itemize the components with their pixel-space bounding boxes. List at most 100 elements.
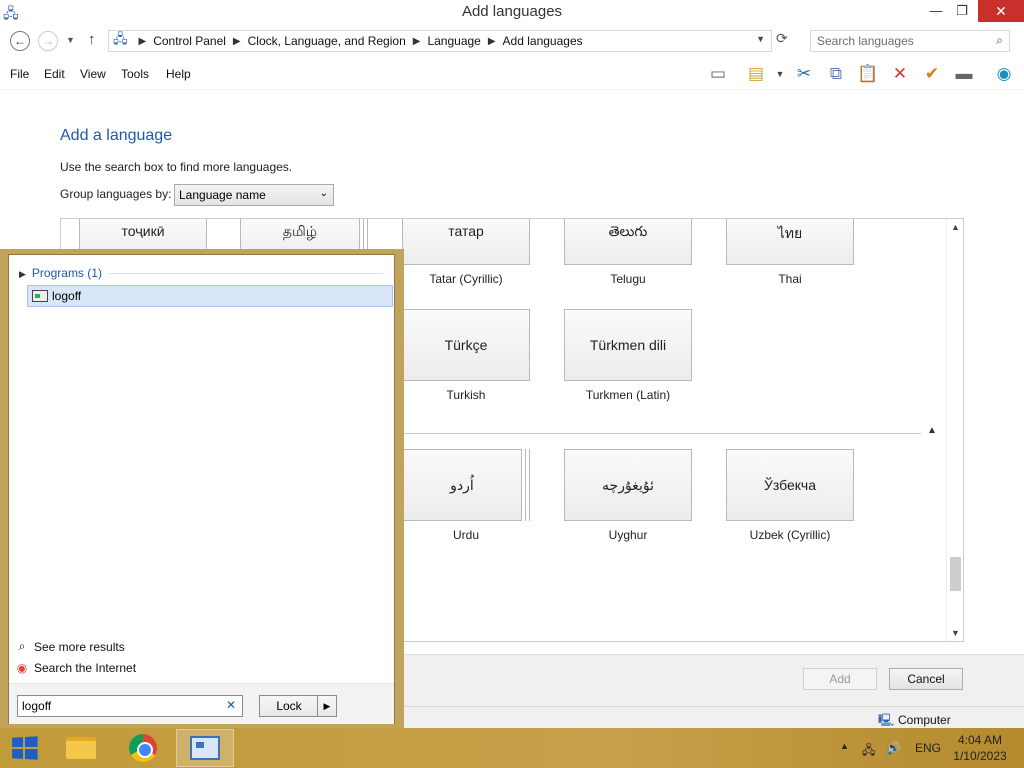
language-tile-urdu[interactable]: اُردو [402, 449, 522, 521]
search-result-label: logoff [52, 289, 82, 303]
scroll-up-icon[interactable]: ▲ [947, 222, 963, 232]
windows-logo-icon [12, 736, 38, 760]
instruction-text: Use the search box to find more language… [60, 160, 293, 174]
paste-icon[interactable]: 📋 [856, 63, 880, 85]
cut-icon[interactable]: ✂ [792, 63, 816, 85]
forward-button[interactable]: → [38, 31, 58, 51]
minimize-button[interactable]: — [923, 0, 949, 22]
search-result-logoff[interactable]: logoff [27, 285, 393, 307]
breadcrumb-add-languages[interactable]: Add languages [503, 34, 583, 48]
see-more-results-link[interactable]: ⌕ See more results [15, 639, 125, 654]
clear-search-icon[interactable]: ✕ [226, 698, 236, 712]
taskbar-control-panel[interactable] [176, 729, 234, 767]
start-search-flyout: ▶ Programs (1) logoff ⌕ See more results … [0, 249, 404, 728]
language-tile-thai[interactable]: ไทย [726, 219, 854, 265]
search-input[interactable]: Search languages ⌕ [810, 30, 1010, 52]
breadcrumb-separator-icon[interactable]: ▶ [413, 36, 421, 47]
group-by-label: Group languages by: [60, 187, 172, 201]
back-button[interactable]: ← [10, 31, 30, 51]
cancel-button[interactable]: Cancel [889, 668, 963, 690]
taskbar-clock[interactable]: 4:04 AM 1/10/2023 [946, 732, 1014, 764]
layout-pane-icon[interactable]: ▭ [706, 63, 730, 85]
language-name: Uyghur [608, 528, 648, 542]
see-more-label: See more results [34, 639, 125, 654]
breadcrumb-separator-icon[interactable]: ▶ [139, 36, 147, 47]
chevron-down-icon[interactable]: ▼ [768, 63, 792, 85]
tile-native-name: Ўзбекча [763, 477, 816, 493]
language-tile-uzbek[interactable]: Ўзбекча [726, 449, 854, 521]
input-language-indicator[interactable]: ENG [915, 741, 941, 755]
search-placeholder: Search languages [817, 34, 914, 48]
language-name: Urdu [452, 528, 479, 542]
restore-button[interactable]: ❐ [949, 0, 975, 22]
delete-icon[interactable]: ✕ [888, 63, 912, 85]
tile-native-name: Türkmen dili [589, 337, 667, 353]
group-by-select[interactable]: Language name ⌄ [174, 184, 334, 206]
programs-group-header[interactable]: ▶ Programs (1) [19, 266, 102, 280]
breadcrumb-separator-icon[interactable]: ▶ [488, 36, 496, 47]
group-divider [109, 273, 383, 274]
menu-bar: File Edit View Tools Help ▭ ▤ ▼ ✂ ⧉ 📋 ✕ … [0, 58, 1024, 90]
control-panel-icon: 🖧 [113, 31, 128, 46]
language-tile-telugu[interactable]: తెలుగు [564, 219, 692, 265]
page-title: Add a language [60, 127, 173, 144]
recent-locations-dropdown[interactable]: ▼ [66, 35, 75, 45]
scroll-down-icon[interactable]: ▼ [947, 628, 963, 638]
chrome-icon: ◉ [16, 661, 28, 675]
search-internet-label: Search the Internet [34, 661, 137, 675]
program-icon [32, 290, 48, 302]
status-computer-label: Computer [898, 713, 951, 727]
vertical-scrollbar[interactable]: ▲ ▼ [946, 219, 963, 641]
close-button[interactable]: ✕ [978, 0, 1024, 22]
tile-native-name: తెలుగు [608, 223, 648, 239]
language-tile-tatar[interactable]: татар [402, 219, 530, 265]
start-button[interactable] [0, 728, 48, 768]
copy-icon[interactable]: ⧉ [824, 63, 848, 85]
language-tile-turkish[interactable]: Türkçe [402, 309, 530, 381]
breadcrumb-language[interactable]: Language [427, 34, 480, 48]
breadcrumb-clock-language-region[interactable]: Clock, Language, and Region [248, 34, 406, 48]
taskbar-chrome[interactable] [114, 729, 172, 767]
taskbar-file-explorer[interactable] [52, 729, 110, 767]
up-button[interactable]: ↑ [88, 31, 96, 48]
taskbar: ▲ 🖧 🔊 ENG 4:04 AM 1/10/2023 [0, 728, 1024, 768]
chrome-icon [129, 734, 157, 762]
show-hidden-icons-icon[interactable]: ▲ [840, 741, 849, 751]
refresh-icon[interactable]: ⟳ [776, 30, 788, 47]
menu-file[interactable]: File [10, 67, 29, 81]
menu-edit[interactable]: Edit [44, 67, 65, 81]
network-icon[interactable]: 🖧 [862, 741, 875, 762]
breadcrumb-separator-icon[interactable]: ▶ [233, 36, 241, 47]
menu-tools[interactable]: Tools [121, 67, 149, 81]
language-tile-turkmen[interactable]: Türkmen dili [564, 309, 692, 381]
tile-native-name: Türkçe [444, 337, 488, 353]
scrollbar-thumb[interactable] [950, 557, 961, 591]
power-options-arrow-icon[interactable]: ▶ [317, 696, 336, 716]
add-button[interactable]: Add [803, 668, 877, 690]
search-internet-link[interactable]: ◉ Search the Internet [15, 661, 136, 675]
globe-icon[interactable]: ◉ [992, 63, 1016, 85]
volume-icon[interactable]: 🔊 [886, 741, 901, 755]
tile-native-name: اُردو [450, 476, 474, 493]
language-name: Tatar (Cyrillic) [429, 272, 503, 286]
lock-button[interactable]: Lock [260, 699, 318, 713]
magnifier-icon: ⌕ [18, 639, 26, 653]
start-search-input[interactable]: logoff ✕ [17, 695, 243, 717]
lock-split-button[interactable]: Lock ▶ [259, 695, 337, 717]
properties-icon[interactable]: ▬ [952, 63, 976, 85]
control-panel-icon [190, 736, 220, 760]
folder-options-icon[interactable]: ▤ [744, 63, 768, 85]
search-icon[interactable]: ⌕ [996, 33, 1003, 48]
start-search-value: logoff [22, 699, 52, 713]
tile-native-name: тоҷикӣ [121, 223, 165, 239]
checkmark-icon[interactable]: ✔ [920, 63, 944, 85]
flyout-search-area: logoff ✕ Lock ▶ [9, 684, 394, 724]
language-tile-uyghur[interactable]: ئۇيغۇرچە [564, 449, 692, 521]
address-bar[interactable]: 🖧 ▶ Control Panel ▶ Clock, Language, and… [108, 30, 772, 52]
clock-time: 4:04 AM [957, 733, 1003, 747]
chevron-down-icon[interactable]: ▼ [756, 34, 765, 44]
collapse-group-icon[interactable]: ▲ [927, 425, 937, 436]
menu-view[interactable]: View [80, 67, 106, 81]
breadcrumb-control-panel[interactable]: Control Panel [153, 34, 226, 48]
menu-help[interactable]: Help [166, 67, 191, 81]
